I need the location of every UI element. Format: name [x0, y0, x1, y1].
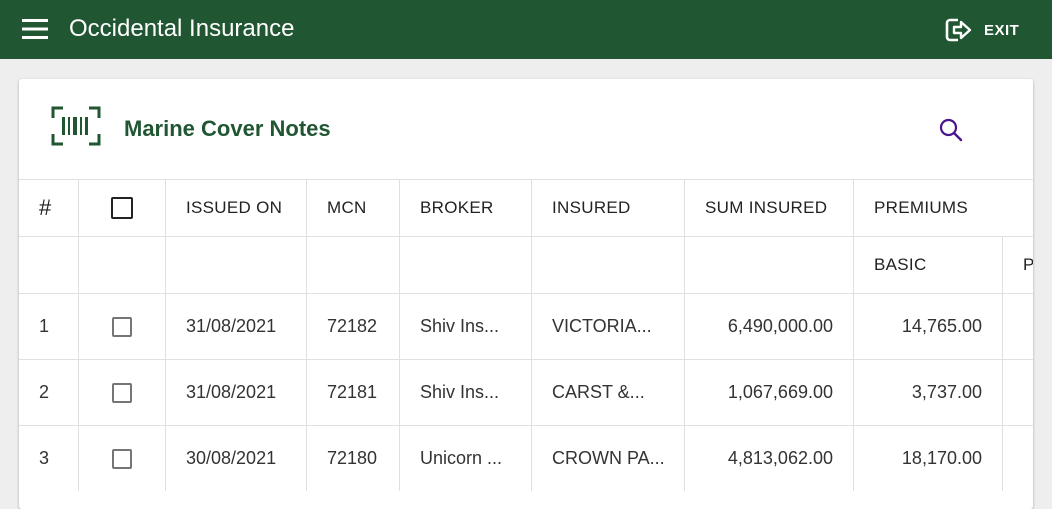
cell-sum-insured: 1,067,669.00 [685, 360, 854, 425]
search-icon[interactable] [937, 116, 965, 144]
barcode-scanner-icon [51, 106, 101, 146]
cell-next [1003, 294, 1033, 359]
subheader-blank [532, 237, 685, 293]
header-mcn[interactable]: MCN [307, 180, 400, 236]
cell-insured: CROWN PA... [532, 426, 685, 491]
subheader-basic[interactable]: BASIC [854, 237, 1003, 293]
table-subheader-row: BASIC P [19, 236, 1033, 293]
select-all-checkbox[interactable] [111, 197, 133, 219]
cell-sum-insured: 4,813,062.00 [685, 426, 854, 491]
row-checkbox-cell [79, 426, 166, 491]
menu-icon[interactable] [22, 18, 48, 40]
header-premiums: PREMIUMS [874, 198, 969, 217]
subheader-blank [166, 237, 307, 293]
row-number: 1 [19, 294, 79, 359]
row-number: 3 [19, 426, 79, 491]
cell-basic-premium: 18,170.00 [854, 426, 1003, 491]
cell-issued-on: 30/08/2021 [166, 426, 307, 491]
row-checkbox-cell [79, 360, 166, 425]
cell-mcn: 72181 [307, 360, 400, 425]
exit-icon [945, 18, 972, 42]
header-broker[interactable]: BROKER [400, 180, 532, 236]
cell-issued-on: 31/08/2021 [166, 294, 307, 359]
card-header: Marine Cover Notes [19, 79, 1033, 179]
row-checkbox[interactable] [112, 448, 132, 469]
row-checkbox-cell [79, 294, 166, 359]
subheader-blank [685, 237, 854, 293]
exit-label: EXIT [984, 21, 1020, 39]
table-row[interactable]: 2 31/08/2021 72181 Shiv Ins... CARST &..… [19, 359, 1033, 425]
table-header-row: # ISSUED ON MCN BROKER INSURED SUM INSUR… [19, 179, 1033, 236]
row-number: 2 [19, 360, 79, 425]
marine-cover-notes-card: Marine Cover Notes # ISSUED ON MCN BROKE… [19, 79, 1033, 509]
header-number: # [19, 180, 79, 236]
header-issued-on[interactable]: ISSUED ON [166, 180, 307, 236]
row-checkbox[interactable] [112, 316, 132, 337]
cover-notes-table: # ISSUED ON MCN BROKER INSURED SUM INSUR… [19, 179, 1033, 491]
app-title: Occidental Insurance [69, 15, 295, 42]
cell-insured: VICTORIA... [532, 294, 685, 359]
cell-next [1003, 426, 1033, 491]
cell-broker: Unicorn ... [400, 426, 532, 491]
header-insured[interactable]: INSURED [532, 180, 685, 236]
cell-mcn: 72180 [307, 426, 400, 491]
cell-insured: CARST &... [532, 360, 685, 425]
cell-broker: Shiv Ins... [400, 294, 532, 359]
table-row[interactable]: 1 31/08/2021 72182 Shiv Ins... VICTORIA.… [19, 293, 1033, 359]
subheader-blank [400, 237, 532, 293]
subheader-next[interactable]: P [1003, 237, 1033, 293]
cell-issued-on: 31/08/2021 [166, 360, 307, 425]
cell-basic-premium: 3,737.00 [854, 360, 1003, 425]
card-title: Marine Cover Notes [124, 116, 331, 141]
table-row[interactable]: 3 30/08/2021 72180 Unicorn ... CROWN PA.… [19, 425, 1033, 491]
cell-sum-insured: 6,490,000.00 [685, 294, 854, 359]
row-checkbox[interactable] [112, 382, 132, 403]
subheader-blank [19, 237, 79, 293]
header-sum-insured[interactable]: SUM INSURED [685, 180, 854, 236]
cell-next [1003, 360, 1033, 425]
header-select-all [79, 180, 166, 236]
cell-mcn: 72182 [307, 294, 400, 359]
exit-button[interactable]: EXIT [944, 15, 1019, 45]
cell-broker: Shiv Ins... [400, 360, 532, 425]
cell-basic-premium: 14,765.00 [854, 294, 1003, 359]
subheader-blank [79, 237, 166, 293]
app-bar: Occidental Insurance EXIT [0, 0, 1052, 59]
subheader-blank [307, 237, 400, 293]
